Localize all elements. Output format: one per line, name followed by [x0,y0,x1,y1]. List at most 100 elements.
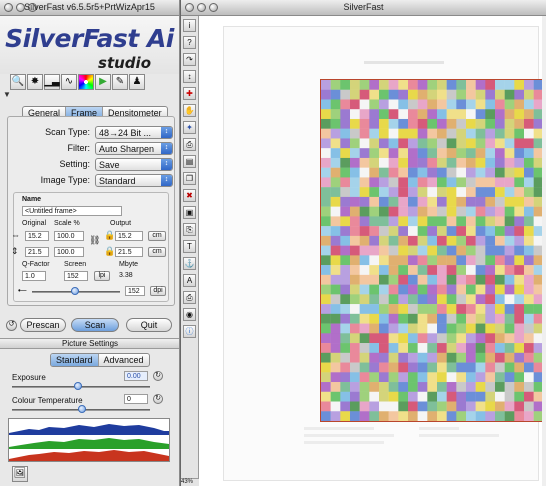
figure-icon[interactable]: ♟ [129,74,145,90]
print-icon[interactable]: ⎙ [183,138,196,151]
color-patch [369,109,380,120]
stamp-icon[interactable]: ⚓ [183,257,196,270]
color-patch [524,167,534,178]
scale-width-field[interactable]: 100.0 [54,231,84,241]
color-patch [485,313,496,324]
color-patch [321,274,331,285]
aperture-icon[interactable]: ✸ [27,74,43,90]
colour-temperature-slider-knob[interactable] [78,405,86,413]
mirror-icon[interactable]: ↕ [183,70,196,83]
color-patch [321,167,331,178]
info-icon[interactable]: i [183,19,196,32]
exposure-slider-knob[interactable] [74,382,82,390]
scan-type-popup[interactable]: 48→24 Bit ... ↕ [95,126,173,139]
color-triangle-icon[interactable]: ▶ [95,74,111,90]
reset-icon[interactable]: ↺ [6,320,17,331]
scale-height-field[interactable]: 100.0 [54,247,84,257]
unit-button-width[interactable]: cm [148,231,166,241]
qfactor-field[interactable]: 1.0 [22,271,46,281]
frame-icon[interactable]: ▣ [183,206,196,219]
zoom-level[interactable]: 43% [181,478,199,486]
print-settings-icon[interactable]: A [183,274,196,287]
vertical-scrollbar[interactable] [542,16,546,486]
color-patch [398,167,409,178]
color-patch [485,372,496,383]
image-type-row: Image Type: Standard ↕ [8,174,176,187]
disclosure-triangle-icon[interactable]: ▼ [3,90,11,99]
picture-icon[interactable]: 🖼 [12,466,28,482]
popup-arrow-icon: ↕ [161,143,172,154]
printer-icon[interactable]: ⎙ [183,291,196,304]
image-type-popup[interactable]: Standard ↕ [95,174,173,187]
frame-name-field[interactable]: <Untitled frame> [22,206,122,216]
pen-icon[interactable]: ✎ [112,74,128,90]
output-width-field[interactable]: 15.2 [115,231,143,241]
color-wheel-icon[interactable] [78,74,94,90]
resolution-field[interactable]: 152 [125,286,145,296]
filter-popup[interactable]: Auto Sharpen ↕ [95,142,173,155]
color-patch [379,118,389,129]
text-icon[interactable]: T [183,240,196,253]
silverfast-logo: SilverFast Ai studio [0,16,179,74]
curves-icon[interactable]: ∿ [61,74,77,90]
quit-button[interactable]: Quit [126,318,172,332]
color-patch [340,313,351,324]
color-patch [417,187,428,198]
color-patch [427,128,438,139]
scan-icon[interactable]: ▤ [183,155,196,168]
color-patch [408,89,418,100]
color-patch [427,333,438,344]
hand-icon[interactable]: ✋ [183,104,196,117]
prescan-button[interactable]: Prescan [20,318,66,332]
screen-field[interactable]: 152 [64,271,88,281]
color-patch [388,235,399,246]
lock-icon[interactable]: 🔒 [104,230,115,241]
unit-button-height[interactable]: cm [148,247,166,257]
color-patch [446,401,457,412]
scan-button[interactable]: Scan [71,318,119,332]
exposure-reset-icon[interactable]: ↻ [153,371,163,381]
color-patch [485,148,496,159]
exposure-field[interactable]: 0.00 [124,371,148,381]
rotate-icon[interactable]: ↷ [183,53,196,66]
color-patch [330,284,341,295]
help-icon[interactable]: ? [183,36,196,49]
lock-icon[interactable]: 🔒 [104,246,115,257]
copy-icon[interactable]: ❐ [183,172,196,185]
original-label: Original [22,220,47,227]
color-patch [330,323,341,334]
original-height-field[interactable]: 21.5 [25,247,49,257]
auto-adjust-icon[interactable]: ✦ [183,121,196,134]
color-patch [340,118,351,129]
original-width-field[interactable]: 15.2 [25,231,49,241]
preview-canvas[interactable] [199,16,546,486]
color-patch [330,352,341,363]
color-patch [369,89,380,100]
colour-temperature-reset-icon[interactable]: ↻ [153,394,163,404]
zoom-icon[interactable]: ◉ [183,308,196,321]
tab-standard[interactable]: Standard [51,354,99,366]
colour-temperature-field[interactable]: 0 [124,394,148,404]
histogram-icon[interactable]: ▁▃ [44,74,60,90]
screen-unit-button[interactable]: lpi [94,271,110,281]
chain-link-icon[interactable]: ⛓ [89,235,100,246]
resolution-slider-knob[interactable] [71,287,79,295]
color-patch [504,206,515,217]
paste-icon[interactable]: ⎘ [183,223,196,236]
color-patch [398,343,409,353]
info-blue-icon[interactable]: ⓘ [183,325,196,338]
setting-popup[interactable]: Save ↕ [95,158,173,171]
crosshair-icon[interactable]: ✚ [183,87,196,100]
color-patch [456,313,467,324]
page-footer-text-2 [304,434,394,437]
color-patch [388,284,399,295]
color-patch [321,138,331,149]
magnifier-icon[interactable]: 🔍 [10,74,26,90]
resolution-unit-button[interactable]: dpi [150,286,166,296]
color-patch [485,109,496,120]
color-patch [514,128,525,139]
output-height-field[interactable]: 21.5 [115,247,143,257]
color-patch [524,245,534,256]
trash-icon[interactable]: ✖ [183,189,196,202]
tab-advanced[interactable]: Advanced [99,354,149,366]
